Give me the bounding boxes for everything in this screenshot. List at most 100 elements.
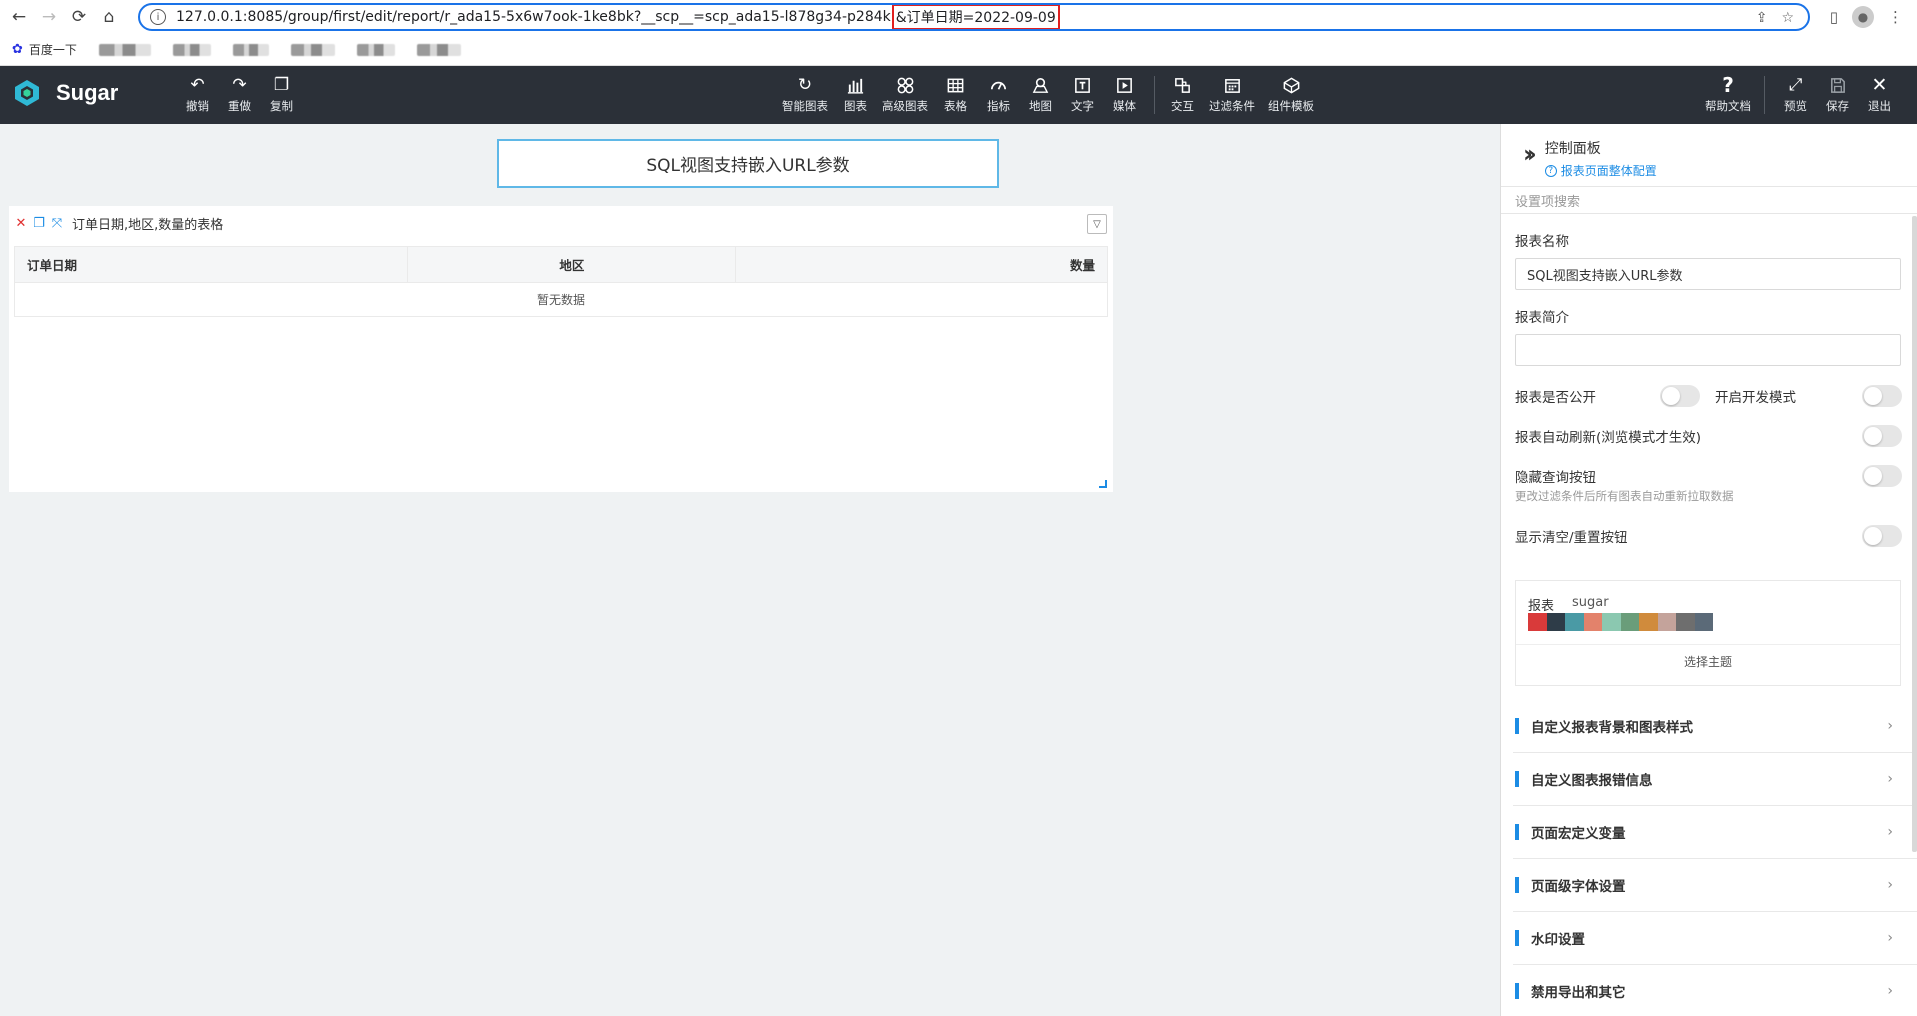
back-arrow-icon[interactable]: ←	[4, 2, 34, 32]
column-header[interactable]: 订单日期	[13, 246, 409, 283]
fullscreen-icon[interactable]: ⤧	[50, 216, 64, 231]
settings-section-item[interactable]: 页面级字体设置 ›	[1513, 859, 1917, 912]
reload-icon[interactable]: ⟳	[64, 2, 94, 32]
profile-avatar-icon[interactable]: ●	[1852, 6, 1874, 28]
panel-subtitle-link[interactable]: ? 报表页面整体配置	[1544, 162, 1657, 179]
more-menu-icon[interactable]: ⋮	[1888, 8, 1903, 26]
media-icon	[1115, 74, 1134, 96]
report-desc-input[interactable]	[1515, 334, 1901, 366]
color-swatch	[1583, 613, 1602, 631]
bookmark-blurred[interactable]	[232, 43, 269, 56]
duplicate-icon[interactable]: ❐	[32, 216, 46, 231]
public-switch[interactable]	[1660, 385, 1700, 407]
interaction-button[interactable]: 交互	[1171, 74, 1194, 114]
site-info-icon[interactable]: i	[150, 9, 166, 25]
map-label: 地图	[1029, 99, 1052, 113]
settings-section-item[interactable]: 禁用导出和其它 ›	[1513, 965, 1917, 1016]
widget-menu-dropdown[interactable]: ▽	[1087, 214, 1107, 234]
preview-button[interactable]: ⤢ 预览	[1784, 74, 1807, 114]
share-icon[interactable]: ⇪	[1756, 10, 1768, 26]
color-swatch	[1639, 613, 1658, 631]
empty-state-text: 暂无数据	[14, 282, 1108, 317]
auto-refresh-switch[interactable]	[1862, 425, 1902, 447]
text-label: 文字	[1071, 99, 1094, 113]
media-label: 媒体	[1113, 99, 1136, 113]
color-swatch	[1620, 613, 1639, 631]
bookmark-blurred[interactable]	[416, 43, 461, 56]
settings-section-item[interactable]: 页面宏定义变量 ›	[1513, 806, 1917, 859]
map-button[interactable]: 地图	[1029, 74, 1052, 114]
dev-mode-switch[interactable]	[1862, 385, 1902, 407]
table-row: 暂无数据	[14, 282, 1108, 317]
show-reset-switch[interactable]	[1862, 525, 1902, 547]
chevron-down-icon: ▽	[1093, 218, 1101, 230]
text-button[interactable]: 文字	[1071, 74, 1094, 114]
bookmark-blurred[interactable]	[356, 43, 395, 56]
url-highlighted-param: &订单日期=2022-09-09	[891, 5, 1060, 29]
panel-scrollbar[interactable]	[1912, 216, 1917, 852]
report-desc-label: 报表简介	[1515, 310, 1569, 326]
chevron-right-icon: ›	[1887, 771, 1893, 787]
chart-button[interactable]: 图表	[844, 74, 867, 114]
save-icon	[1828, 74, 1847, 96]
report-title-box[interactable]: SQL视图支持嵌入URL参数	[497, 139, 999, 188]
theme-label: 报表	[1528, 599, 1555, 614]
table-widget[interactable]: ✕ ❐ ⤧ 订单日期,地区,数量的表格 ▽ 订单日期 地区 数量 暂无数据	[9, 206, 1113, 492]
delete-icon[interactable]: ✕	[14, 216, 28, 231]
undo-label: 撤销	[186, 99, 209, 113]
address-bar[interactable]: i 127.0.0.1:8085/group/first/edit/report…	[138, 3, 1810, 31]
double-chevron-right-icon[interactable]: ››	[1523, 140, 1537, 168]
chevron-right-icon: ›	[1887, 983, 1893, 999]
report-name-input[interactable]: SQL视图支持嵌入URL参数	[1515, 258, 1901, 290]
select-theme-button[interactable]: 选择主题	[1516, 653, 1900, 670]
indicator-button[interactable]: 指标	[987, 74, 1010, 114]
bookmark-blurred[interactable]	[172, 43, 211, 56]
report-canvas[interactable]: SQL视图支持嵌入URL参数 ✕ ❐ ⤧ 订单日期,地区,数量的表格 ▽ 订单日…	[0, 124, 1500, 1016]
question-circle-icon: ?	[1544, 164, 1557, 177]
resize-handle[interactable]	[1099, 480, 1107, 488]
settings-section-item[interactable]: 自定义图表报错信息 ›	[1513, 753, 1917, 806]
settings-section-item[interactable]: 水印设置 ›	[1513, 912, 1917, 965]
report-name-label: 报表名称	[1515, 234, 1569, 250]
report-title-text: SQL视图支持嵌入URL参数	[646, 156, 850, 176]
undo-button[interactable]: ↶ 撤销	[186, 74, 209, 114]
text-icon	[1073, 74, 1092, 96]
hide-query-switch[interactable]	[1862, 465, 1902, 487]
sidebar-toggle-icon[interactable]: ▯	[1830, 8, 1838, 26]
settings-section-item[interactable]: 自定义报表背景和图表样式 ›	[1513, 700, 1917, 753]
control-panel: ›› 控制面板 ? 报表页面整体配置 设置项搜索 报表名称 SQL视图支持嵌入U…	[1500, 124, 1917, 1016]
bookmark-blurred[interactable]	[290, 43, 335, 56]
panel-header: ›› 控制面板 ? 报表页面整体配置	[1501, 124, 1917, 186]
bookmark-baidu[interactable]: ✿ 百度一下	[12, 41, 77, 58]
advanced-chart-button[interactable]: 高级图表	[882, 74, 928, 114]
close-icon: ✕	[1871, 74, 1888, 96]
column-header[interactable]: 数量	[735, 246, 1108, 283]
media-button[interactable]: 媒体	[1113, 74, 1136, 114]
map-pin-icon	[1031, 74, 1050, 96]
app-logo[interactable]: Sugar	[12, 78, 118, 108]
advanced-chart-icon	[896, 74, 915, 96]
filter-button[interactable]: 过滤条件	[1209, 74, 1255, 114]
bookmark-blurred[interactable]	[98, 43, 151, 56]
data-table: 订单日期 地区 数量 暂无数据	[13, 246, 1108, 317]
help-doc-button[interactable]: ? 帮助文档	[1705, 73, 1751, 114]
help-icon: ?	[1722, 73, 1734, 97]
column-header[interactable]: 地区	[407, 246, 737, 283]
save-button[interactable]: 保存	[1826, 74, 1849, 114]
redo-button[interactable]: ↷ 重做	[228, 74, 251, 114]
settings-search-input[interactable]: 设置项搜索	[1501, 186, 1917, 214]
copy-button[interactable]: ❐ 复制	[270, 74, 293, 114]
template-button[interactable]: 组件模板	[1268, 74, 1314, 114]
chevron-right-icon: ›	[1887, 718, 1893, 734]
settings-section-label: 禁用导出和其它	[1531, 985, 1626, 1001]
theme-card: 报表 sugar 选择主题	[1515, 580, 1901, 686]
baidu-paw-icon: ✿	[12, 42, 23, 57]
forward-arrow-icon[interactable]: →	[34, 2, 64, 32]
smart-chart-button[interactable]: ↻ 智能图表	[782, 74, 828, 114]
public-label: 报表是否公开	[1515, 390, 1596, 406]
table-button[interactable]: 表格	[944, 74, 967, 114]
bookmark-star-icon[interactable]: ☆	[1781, 10, 1794, 26]
home-icon[interactable]: ⌂	[94, 2, 124, 32]
table-header-row: 订单日期 地区 数量	[13, 246, 1108, 283]
exit-button[interactable]: ✕ 退出	[1868, 74, 1891, 114]
